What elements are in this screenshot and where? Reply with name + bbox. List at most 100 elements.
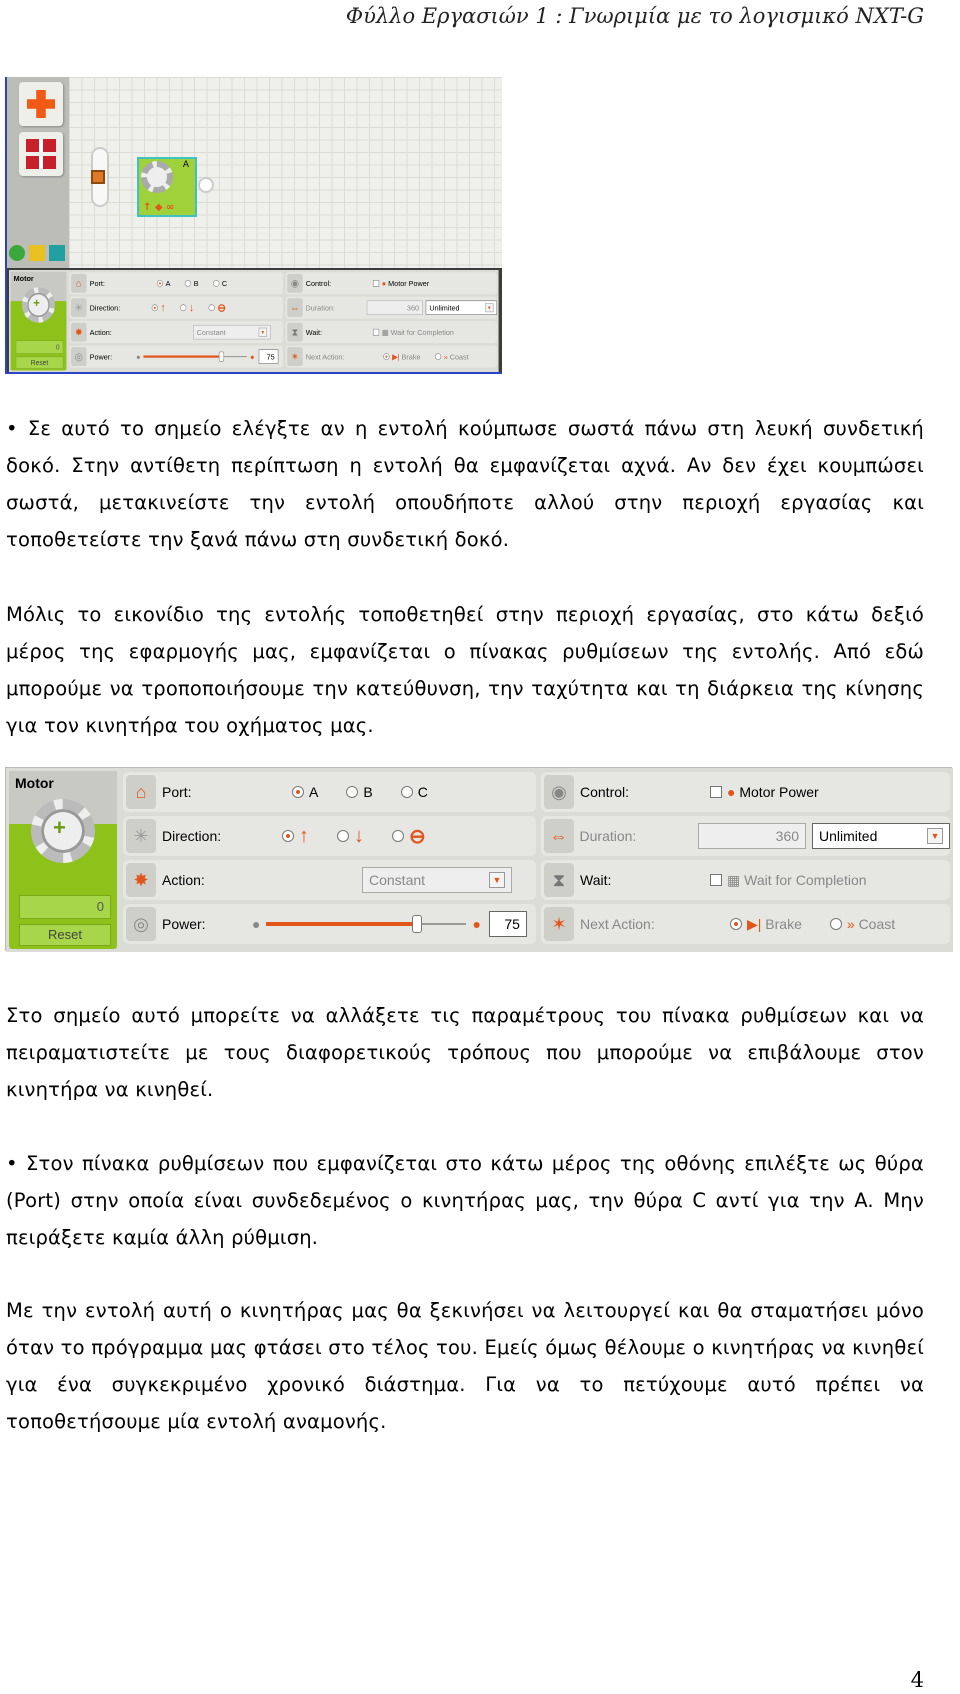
paragraph: Μόλις το εικονίδιο της εντολής τοποθετηθ… <box>6 603 924 737</box>
next-action-row: ✶ Next Action: ▶| Brake » Coast <box>285 345 498 368</box>
port-a-radio[interactable]: A <box>292 784 318 800</box>
port-a-radio[interactable]: A <box>156 279 170 288</box>
work-area[interactable]: A ↑ ◆ ∞ <box>69 77 502 268</box>
palette-tab-icon[interactable] <box>49 245 65 261</box>
next-action-label: Next Action: <box>580 916 655 932</box>
gear-icon <box>21 287 56 323</box>
wait-checkbox[interactable]: ▦ Wait for Completion <box>710 872 867 889</box>
action-dropdown[interactable]: Constant ▼ <box>193 324 271 340</box>
page-number: 4 <box>910 1668 924 1692</box>
control-label: Control: <box>580 784 630 800</box>
panel-title: Motor <box>15 775 54 791</box>
coast-radio[interactable]: » Coast <box>829 916 895 932</box>
brake-radio[interactable]: ▶| Brake <box>730 916 802 933</box>
power-row: ◎ Power: ● ● 75 <box>69 345 284 368</box>
arrow-down-icon: ↓ <box>188 301 195 314</box>
start-icon <box>91 170 105 184</box>
direction-row: ✳ Direction: ↑ ↓ ⊖ <box>69 296 284 319</box>
action-dropdown[interactable]: Constant ▼ <box>362 867 512 893</box>
next-action-row: ✶ Next Action: ▶| Brake » Coast <box>541 904 950 944</box>
beam-end <box>198 177 214 193</box>
power-row: ◎ Power: ● ● 75 <box>123 904 536 944</box>
slow-icon: ● <box>136 352 141 362</box>
next-action-label: Next Action: <box>305 352 345 362</box>
duration-input[interactable]: 360 <box>366 300 423 315</box>
palette-tab-icon[interactable] <box>29 245 45 261</box>
power-label: Power: <box>89 352 113 362</box>
direction-label: Direction: <box>89 303 121 313</box>
next-action-icon: ✶ <box>287 347 303 367</box>
port-c-radio[interactable]: C <box>400 784 428 800</box>
duration-icon: ⇔ <box>544 819 574 853</box>
checkered-flag-icon: ▦ <box>381 327 389 337</box>
arrow-up-icon: ↑ <box>299 824 309 847</box>
stop-icon: ⊖ <box>217 301 227 315</box>
direction-icon: ✳ <box>71 298 87 318</box>
brake-radio[interactable]: ▶| Brake <box>383 352 420 361</box>
backward-radio[interactable]: ↓ <box>180 301 194 314</box>
duration-icon: ⇔ <box>287 298 303 318</box>
reset-button[interactable]: Reset <box>19 924 111 946</box>
counter-field: 0 <box>19 895 111 919</box>
duration-unit-dropdown[interactable]: Unlimited ▼ <box>812 823 950 849</box>
hourglass-icon: ⧗ <box>544 863 574 897</box>
stop-radio[interactable]: ⊖ <box>208 301 227 315</box>
power-input[interactable]: 75 <box>258 349 279 364</box>
duration-label: Duration: <box>305 303 335 313</box>
motor-block[interactable]: A ↑ ◆ ∞ <box>137 157 197 217</box>
counter-field: 0 <box>15 340 64 354</box>
next-action-icon: ✶ <box>544 907 574 941</box>
control-row: ◉ Control: ● Motor Power <box>285 272 498 295</box>
nxt-screenshot-workspace: A ↑ ◆ ∞ Motor 0 Reset ⌂Port: A B C ✳Dire… <box>5 77 502 374</box>
wait-checkbox[interactable]: ▦ Wait for Completion <box>372 327 454 337</box>
wait-row: ⧗ Wait: ▦ Wait for Completion <box>285 321 498 344</box>
coast-radio[interactable]: » Coast <box>434 352 469 361</box>
reset-button[interactable]: Reset <box>15 356 64 369</box>
control-row: ◉ Control: ● Motor Power <box>541 772 950 812</box>
chevron-down-icon: ▼ <box>258 327 267 337</box>
motor-config-panel-screenshot: Motor 0 Reset ⌂ Port: A B C ✳ Direction: ↑… <box>5 767 953 952</box>
slow-icon: ● <box>252 916 261 932</box>
common-palette-icon[interactable] <box>19 82 63 126</box>
forward-radio[interactable]: ↑ <box>282 825 309 848</box>
action-row: ✸ Action: Constant ▼ <box>69 321 284 344</box>
forward-radio[interactable]: ↑ <box>151 301 166 314</box>
power-icon: ◎ <box>126 907 156 941</box>
port-b-radio[interactable]: B <box>184 279 199 288</box>
panel-title: Motor <box>13 273 34 283</box>
paragraph: Στο σημείο αυτό μπορείτε να αλλάξετε τις… <box>6 1004 924 1101</box>
direction-icon: ✳ <box>126 819 156 853</box>
port-row: ⌂ Port: A B C <box>69 272 284 295</box>
duration-row: ⇔ Duration: 360 Unlimited ▼ <box>285 296 498 319</box>
power-icon: ◎ <box>71 347 87 367</box>
motor-config-panel: Motor 0 Reset ⌂Port: A B C ✳Direction: ↑… <box>9 270 499 372</box>
action-icon: ✸ <box>126 863 156 897</box>
power-input[interactable]: 75 <box>488 911 527 937</box>
direction-row: ✳ Direction: ↑ ↓ ⊖ <box>123 816 536 856</box>
duration-unit-dropdown[interactable]: Unlimited ▼ <box>425 300 498 315</box>
power-slider[interactable] <box>266 915 467 933</box>
motor-power-checkbox[interactable]: ● Motor Power <box>372 279 429 288</box>
backward-radio[interactable]: ↓ <box>337 825 364 848</box>
motor-section: Motor 0 Reset <box>9 771 117 949</box>
motor-config-panel: Motor 0 Reset ⌂Port: A B C ✳Direction: ↑… <box>6 768 953 952</box>
arrow-down-icon: ↓ <box>354 824 364 847</box>
gear-icon <box>31 799 95 863</box>
chevron-down-icon: ▼ <box>927 828 943 844</box>
complete-palette-icon[interactable] <box>19 132 63 176</box>
motor-power-checkbox[interactable]: ● Motor Power <box>710 784 819 800</box>
palette-tab-icon[interactable] <box>9 245 25 261</box>
port-b-radio[interactable]: B <box>346 784 373 800</box>
port-c-radio[interactable]: C <box>213 279 227 288</box>
duration-row: ⇔ Duration: 360 Unlimited ▼ <box>541 816 950 856</box>
block-palette <box>7 77 69 268</box>
arrow-up-icon: ↑ <box>160 301 166 314</box>
action-label: Action: <box>162 872 205 888</box>
hourglass-icon: ⧗ <box>287 322 303 342</box>
duration-input[interactable]: 360 <box>697 823 807 849</box>
paragraph: Με την εντολή αυτή ο κινητήρας μας θα ξε… <box>6 1299 924 1433</box>
stop-radio[interactable]: ⊖ <box>392 824 426 849</box>
wait-row: ⧗ Wait: ▦ Wait for Completion <box>541 860 950 900</box>
power-slider[interactable] <box>143 351 248 362</box>
eye-icon: ◉ <box>287 273 303 293</box>
